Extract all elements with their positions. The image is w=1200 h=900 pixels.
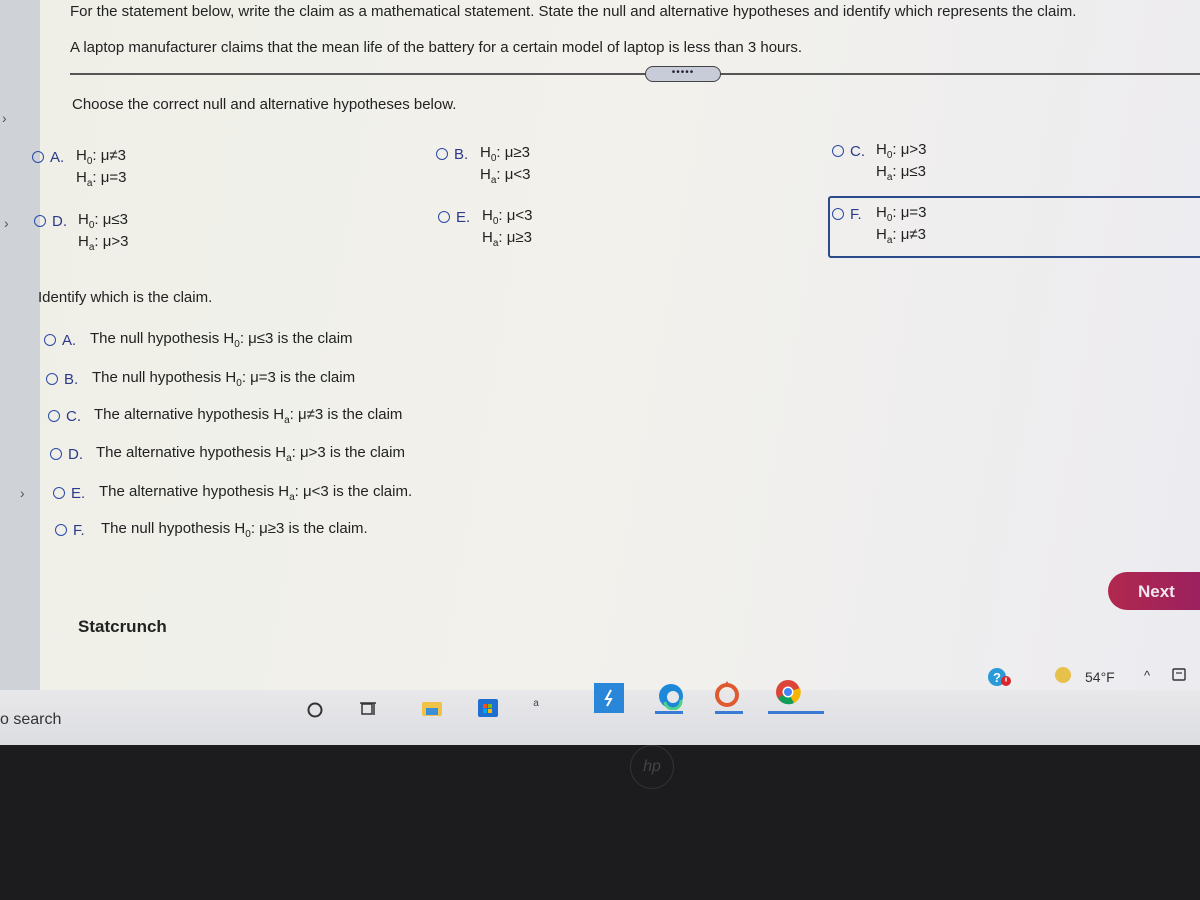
option-letter: C. <box>850 142 865 160</box>
alternative-hypothesis: Ha: μ≥3 <box>482 229 532 249</box>
running-indicator <box>768 711 824 714</box>
radio-button[interactable] <box>44 334 56 346</box>
current-item-chevron-icon: › <box>20 485 25 501</box>
hypothesis-option-f[interactable]: F. H0: μ=3 Ha: μ≠3 <box>832 203 927 247</box>
radio-button[interactable] <box>55 524 67 536</box>
hypothesis-option-b[interactable]: B. H0: μ≥3 Ha: μ<3 <box>436 143 531 187</box>
help-icon[interactable]: ? <box>985 665 1013 689</box>
radio-button[interactable] <box>46 373 58 385</box>
claim-text: The alternative hypothesis Ha: μ>3 is th… <box>96 444 405 464</box>
hp-logo: hp <box>630 745 674 789</box>
option-letter: B. <box>64 370 79 388</box>
left-sidebar-edge <box>0 0 40 690</box>
edge-icon[interactable] <box>655 680 687 712</box>
svg-text:?: ? <box>993 670 1001 685</box>
alternative-hypothesis: Ha: μ<3 <box>480 166 531 186</box>
claim-text: The alternative hypothesis Ha: μ≠3 is th… <box>94 406 403 426</box>
claim-option-e[interactable]: E. The alternative hypothesis Ha: μ<3 is… <box>53 483 412 503</box>
radio-button[interactable] <box>32 151 44 163</box>
notification-icon[interactable] <box>1170 664 1188 684</box>
chrome-icon[interactable] <box>772 676 804 708</box>
store-icon[interactable] <box>476 693 500 719</box>
claim-option-c[interactable]: C. The alternative hypothesis Ha: μ≠3 is… <box>48 406 402 426</box>
screen: › › › For the statement below, write the… <box>0 0 1200 745</box>
option-letter: E. <box>456 208 471 226</box>
next-button[interactable]: Next <box>1108 572 1200 610</box>
chevron-up-icon[interactable]: ^ <box>1140 668 1154 683</box>
null-hypothesis: H0: μ≠3 <box>76 147 126 167</box>
origin-icon[interactable] <box>712 678 742 712</box>
claim-text: The alternative hypothesis Ha: μ<3 is th… <box>99 483 413 503</box>
null-hypothesis: H0: μ>3 <box>876 141 927 161</box>
taskbar-search-box[interactable]: o search <box>0 711 61 729</box>
azure-icon[interactable] <box>594 683 624 713</box>
option-letter: B. <box>454 145 469 163</box>
option-letter: F. <box>73 521 85 539</box>
file-explorer-icon[interactable] <box>420 697 444 719</box>
collapse-chevron-icon[interactable]: › <box>2 110 7 126</box>
section-divider <box>70 73 1200 75</box>
claim-option-f[interactable]: F. The null hypothesis H0: μ≥3 is the cl… <box>55 520 368 540</box>
hypothesis-option-e[interactable]: E. H0: μ<3 Ha: μ≥3 <box>438 206 533 250</box>
alternative-hypothesis: Ha: μ=3 <box>76 169 127 189</box>
claim-text: The null hypothesis H0: μ≤3 is the claim <box>90 330 353 350</box>
question-statement: A laptop manufacturer claims that the me… <box>70 39 803 56</box>
cortana-icon[interactable] <box>305 700 325 720</box>
null-hypothesis: H0: μ=3 <box>876 204 927 224</box>
radio-button[interactable] <box>50 448 62 460</box>
claim-option-a[interactable]: A. The null hypothesis H0: μ≤3 is the cl… <box>44 330 353 350</box>
part2-prompt: Identify which is the claim. <box>38 289 213 306</box>
option-letter: C. <box>66 407 81 425</box>
option-letter: D. <box>68 445 83 463</box>
null-hypothesis: H0: μ<3 <box>482 207 533 227</box>
radio-button[interactable] <box>34 215 46 227</box>
app-icon[interactable]: a <box>530 695 542 711</box>
null-hypothesis: H0: μ≥3 <box>480 144 530 164</box>
null-hypothesis: H0: μ≤3 <box>78 211 128 231</box>
claim-option-b[interactable]: B. The null hypothesis H0: μ=3 is the cl… <box>46 369 355 389</box>
radio-button[interactable] <box>436 148 448 160</box>
hypothesis-option-c[interactable]: C. H0: μ>3 Ha: μ≤3 <box>832 140 927 184</box>
alternative-hypothesis: Ha: μ≠3 <box>876 226 926 246</box>
current-item-chevron-icon: › <box>4 215 9 231</box>
expand-handle-button[interactable]: ••••• <box>645 66 721 82</box>
radio-button[interactable] <box>53 487 65 499</box>
part1-prompt: Choose the correct null and alternative … <box>72 96 457 113</box>
radio-button[interactable] <box>832 208 844 220</box>
alternative-hypothesis: Ha: μ>3 <box>78 233 129 253</box>
claim-text: The null hypothesis H0: μ=3 is the claim <box>92 369 356 389</box>
question-instructions: For the statement below, write the claim… <box>70 3 1077 20</box>
option-letter: D. <box>52 212 67 230</box>
radio-button[interactable] <box>438 211 450 223</box>
option-letter: A. <box>50 148 65 166</box>
question-panel: For the statement below, write the claim… <box>32 0 1200 691</box>
option-letter: F. <box>850 205 862 223</box>
statcrunch-link[interactable]: Statcrunch <box>78 617 167 637</box>
task-view-icon[interactable] <box>358 698 380 720</box>
option-letter: A. <box>62 331 77 349</box>
option-letter: E. <box>71 484 86 502</box>
radio-button[interactable] <box>832 145 844 157</box>
claim-text: The null hypothesis H0: μ≥3 is the claim… <box>101 520 368 540</box>
radio-button[interactable] <box>48 410 60 422</box>
hypothesis-option-a[interactable]: A. H0: μ≠3 Ha: μ=3 <box>32 146 127 190</box>
hypothesis-option-d[interactable]: D. H0: μ≤3 Ha: μ>3 <box>34 210 129 254</box>
alternative-hypothesis: Ha: μ≤3 <box>876 163 926 183</box>
weather-temperature[interactable]: 54°F <box>1085 669 1115 685</box>
weather-icon[interactable] <box>1055 667 1071 683</box>
claim-option-d[interactable]: D. The alternative hypothesis Ha: μ>3 is… <box>50 444 405 464</box>
